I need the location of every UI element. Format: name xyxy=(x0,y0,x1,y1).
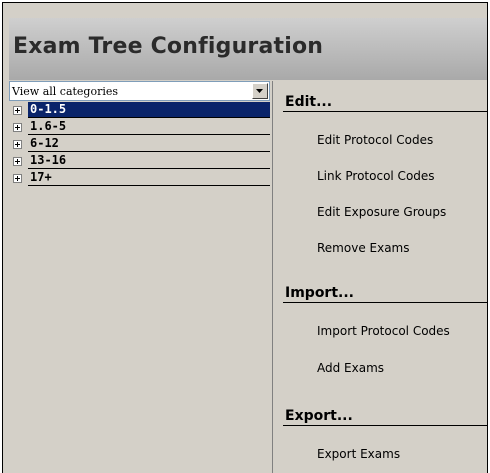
tree-node[interactable]: 6-12 xyxy=(28,136,270,152)
remove-exams-link[interactable]: Remove Exams xyxy=(317,241,410,255)
tree-item[interactable]: 13-16 xyxy=(9,153,272,170)
link-protocol-codes-link[interactable]: Link Protocol Codes xyxy=(317,169,435,183)
category-filter-value: View all categories xyxy=(12,85,119,98)
tree-item-label: 1.6-5 xyxy=(30,119,67,133)
tree-node[interactable]: 17+ xyxy=(28,170,270,186)
edit-exposure-groups-link[interactable]: Edit Exposure Groups xyxy=(317,205,446,219)
tree-node[interactable]: 0-1.5 xyxy=(28,102,270,118)
tree-node[interactable]: 13-16 xyxy=(28,153,270,169)
dropdown-button[interactable] xyxy=(252,83,268,99)
category-tree: 0-1.5 1.6-5 6-12 13-16 17+ xyxy=(9,102,272,187)
window-frame: Exam Tree Configuration View all categor… xyxy=(2,2,488,473)
expand-plus-icon[interactable] xyxy=(13,140,22,149)
edit-section-header: Edit... xyxy=(283,89,487,112)
export-section-title: Export... xyxy=(285,408,353,424)
config-panel: Exam Tree Configuration View all categor… xyxy=(9,18,487,473)
tree-item-label: 0-1.5 xyxy=(30,102,67,116)
export-section-header: Export... xyxy=(283,403,487,426)
tree-item[interactable]: 6-12 xyxy=(9,136,272,153)
category-filter-dropdown[interactable]: View all categories xyxy=(9,81,270,101)
expand-plus-icon[interactable] xyxy=(13,106,22,115)
expand-plus-icon[interactable] xyxy=(13,157,22,166)
actions-panel: Edit... Edit Protocol Codes Link Protoco… xyxy=(273,81,487,473)
expand-plus-icon[interactable] xyxy=(13,123,22,132)
tree-item[interactable]: 0-1.5 xyxy=(9,102,272,119)
chevron-down-icon xyxy=(256,89,263,93)
export-exams-link[interactable]: Export Exams xyxy=(317,447,400,461)
category-tree-panel: View all categories 0-1.5 1.6-5 6-12 13-… xyxy=(9,81,273,473)
tree-node[interactable]: 1.6-5 xyxy=(28,119,270,135)
import-protocol-codes-link[interactable]: Import Protocol Codes xyxy=(317,324,450,338)
import-section-header: Import... xyxy=(283,280,487,303)
header-bar: Exam Tree Configuration xyxy=(9,18,487,80)
tree-item-label: 6-12 xyxy=(30,136,59,150)
import-section-title: Import... xyxy=(285,285,354,301)
tree-item-label: 13-16 xyxy=(30,153,67,167)
add-exams-link[interactable]: Add Exams xyxy=(317,361,384,375)
tree-item-label: 17+ xyxy=(30,170,52,184)
edit-protocol-codes-link[interactable]: Edit Protocol Codes xyxy=(317,133,433,147)
expand-plus-icon[interactable] xyxy=(13,174,22,183)
page-title: Exam Tree Configuration xyxy=(13,34,324,59)
tree-item[interactable]: 17+ xyxy=(9,170,272,187)
edit-section-title: Edit... xyxy=(285,94,333,110)
tree-item[interactable]: 1.6-5 xyxy=(9,119,272,136)
